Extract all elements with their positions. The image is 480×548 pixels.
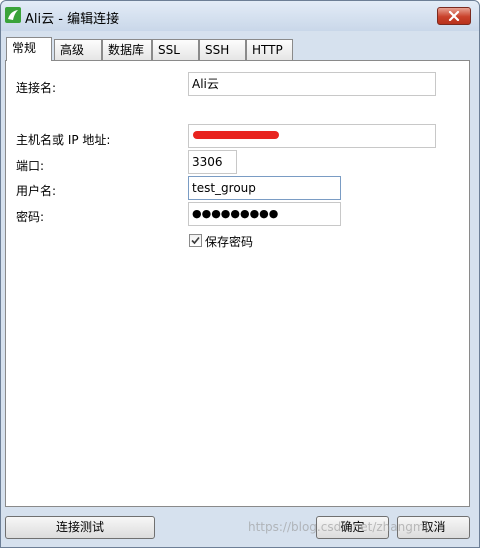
title-bar: Ali云 - 编辑连接 <box>1 1 479 31</box>
checkmark-icon <box>191 236 200 245</box>
window-title: Ali云 - 编辑连接 <box>25 12 120 27</box>
general-tab-panel: 连接名: Ali云 主机名或 IP 地址: 端口: 3306 用户名: test… <box>5 60 470 507</box>
navicat-app-icon <box>5 7 21 23</box>
password-label: 密码: <box>16 210 45 224</box>
port-label: 端口: <box>16 159 45 173</box>
test-connection-button[interactable]: 连接测试 <box>5 516 155 539</box>
edit-connection-dialog: Ali云 - 编辑连接 常规 高级 数据库 SSL SSH HTTP 连接名: … <box>0 0 480 548</box>
redacted-host <box>193 131 279 139</box>
connection-name-label: 连接名: <box>16 81 57 95</box>
close-button[interactable] <box>437 7 471 25</box>
tab-advanced[interactable]: 高级 <box>54 39 102 61</box>
watermark-text: https://blog.csdn.net/zhangmi... <box>248 520 440 534</box>
close-icon <box>448 11 460 21</box>
host-label: 主机名或 IP 地址: <box>16 133 111 147</box>
username-input[interactable]: test_group <box>188 176 341 200</box>
connection-name-input[interactable]: Ali云 <box>188 72 436 96</box>
host-input[interactable] <box>188 124 436 148</box>
tab-general[interactable]: 常规 <box>6 37 52 61</box>
tab-databases[interactable]: 数据库 <box>102 39 152 61</box>
tab-ssl[interactable]: SSL <box>152 39 199 61</box>
tab-ssh[interactable]: SSH <box>199 39 246 61</box>
save-password-checkbox[interactable] <box>189 234 202 247</box>
tab-http[interactable]: HTTP <box>246 39 293 61</box>
port-input[interactable]: 3306 <box>188 150 237 174</box>
username-label: 用户名: <box>16 184 57 198</box>
password-input[interactable]: ●●●●●●●●● <box>188 202 341 226</box>
save-password-label[interactable]: 保存密码 <box>205 233 253 250</box>
